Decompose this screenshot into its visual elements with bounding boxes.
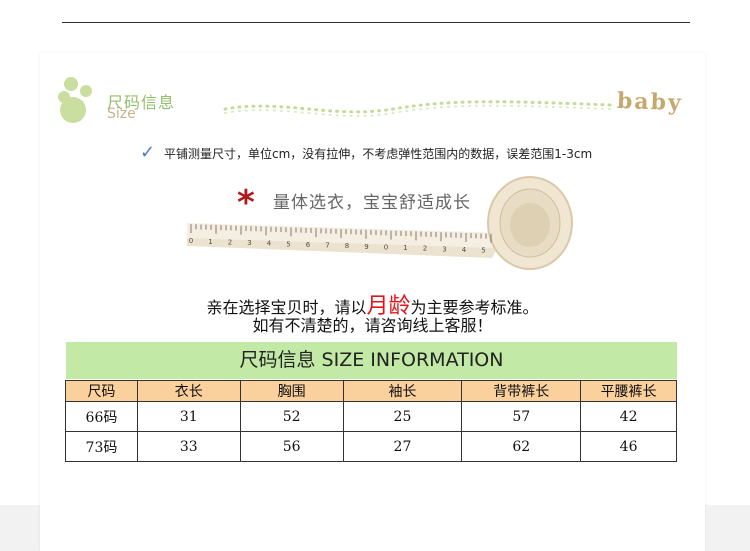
- cell-overall-length: 62: [461, 431, 582, 462]
- tape-number: 6: [306, 241, 311, 249]
- cell-pants-length: 46: [580, 431, 677, 462]
- header-overall-length: 背带裤长: [461, 380, 582, 402]
- paw-icon: [58, 77, 104, 125]
- tape-number: 4: [462, 246, 467, 254]
- cell-chest: 52: [239, 401, 344, 432]
- advice-line-2: 如有不清楚的，请咨询线上客服！: [252, 316, 493, 335]
- cell-length: 31: [136, 401, 241, 432]
- tape-number: 2: [423, 245, 427, 253]
- baby-tag: baby: [616, 87, 684, 117]
- cell-size: 73码: [65, 431, 138, 462]
- table-row: 66码 31 52 25 57 42: [65, 401, 677, 432]
- tape-number: 7: [325, 242, 329, 250]
- tape-number: 5: [286, 240, 290, 248]
- cell-sleeve: 27: [342, 431, 463, 462]
- cell-overall-length: 57: [461, 401, 582, 432]
- measurement-note: 平铺测量尺寸，单位cm，没有拉伸，不考虑弹性范围内的数据，误差范围1-3cm: [164, 147, 593, 161]
- header-size: 尺码: [65, 380, 138, 402]
- cell-pants-length: 42: [580, 401, 677, 432]
- measuring-tape-illustration: 0 1 2 3 4 5 6 7 8 9 0 1 2 3 4 5: [187, 176, 573, 270]
- check-icon: ✓: [140, 142, 156, 163]
- top-divider: [62, 22, 690, 23]
- header-pants-length: 平腰裤长: [580, 380, 677, 402]
- table-row: 73码 33 56 27 62 46: [65, 431, 677, 462]
- tape-number: 5: [481, 247, 485, 255]
- tape-number: 3: [442, 245, 446, 253]
- header-sleeve: 袖长: [342, 380, 463, 402]
- tape-number: 3: [247, 239, 251, 247]
- cell-length: 33: [136, 431, 241, 462]
- cell-sleeve: 25: [342, 401, 463, 432]
- tape-number: 1: [208, 238, 212, 246]
- tape-number: 2: [228, 238, 232, 246]
- tape-number: 8: [345, 242, 349, 250]
- tape-number: 0: [189, 237, 193, 245]
- cell-size: 66码: [65, 401, 138, 432]
- table-header-row: 尺码 衣长 胸围 袖长 背带裤长 平腰裤长: [65, 380, 677, 402]
- header-chest: 胸围: [239, 380, 344, 402]
- tape-number: 1: [403, 244, 407, 252]
- table-title: 尺码信息 SIZE INFORMATION: [66, 342, 677, 379]
- dotted-wave-decoration: [223, 100, 613, 117]
- tape-number: 9: [364, 243, 368, 251]
- logo-subtitle: Size: [107, 106, 136, 122]
- tape-number: 0: [384, 243, 388, 251]
- cell-chest: 56: [239, 431, 344, 462]
- size-table: 尺码 衣长 胸围 袖长 背带裤长 平腰裤长 66码 31 52 25 57 42…: [65, 380, 677, 462]
- header-length: 衣长: [136, 380, 241, 402]
- size-info-card: 尺码信息 Size baby ✓ 平铺测量尺寸，单位cm，没有拉伸，不考虑弹性范…: [40, 53, 705, 551]
- tape-number: 4: [267, 240, 272, 248]
